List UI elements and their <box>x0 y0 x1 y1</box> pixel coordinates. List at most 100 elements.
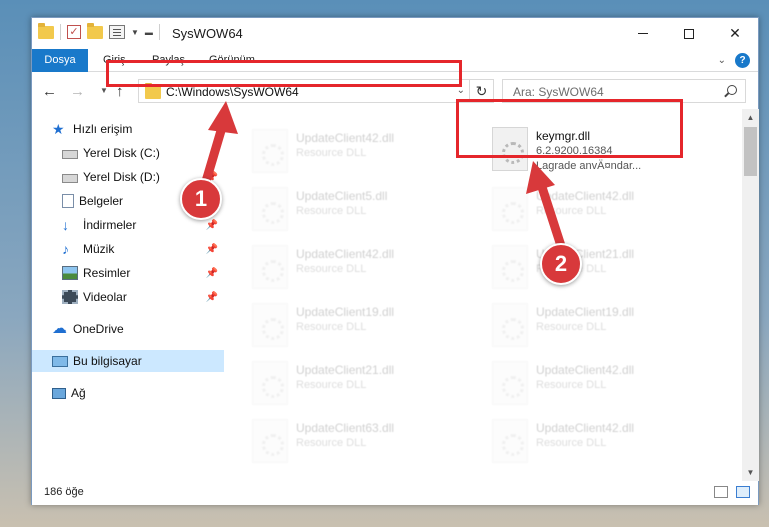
file-type: Resource DLL <box>296 321 367 333</box>
dll-file-icon <box>252 129 288 173</box>
file-tile[interactable]: UpdateClient42.dll Resource DLL <box>246 239 476 297</box>
properties-check-icon[interactable]: ✓ <box>67 25 81 39</box>
file-tile[interactable]: UpdateClient21.dll Resource DLL <box>486 239 716 297</box>
folder-icon <box>145 83 161 99</box>
file-type: Resource DLL <box>296 263 367 275</box>
file-tile[interactable]: UpdateClient63.dll Resource DLL <box>246 413 476 471</box>
dll-file-icon <box>492 187 528 231</box>
search-placeholder: Ara: SysWOW64 <box>513 85 604 99</box>
forward-arrow-icon[interactable]: → <box>70 83 85 100</box>
details-view-icon[interactable] <box>714 486 728 498</box>
pin-icon[interactable]: 📌 <box>206 220 218 231</box>
sidebar-item-onedrive[interactable]: ☁ OneDrive <box>32 318 224 340</box>
search-icon[interactable] <box>727 85 737 95</box>
toolbar-divider <box>158 24 160 40</box>
tab-paylas[interactable]: Paylaş <box>141 49 196 72</box>
sidebar-item-videolar[interactable]: Videolar 📌 <box>32 286 224 308</box>
tab-gorunum[interactable]: Görünüm <box>198 49 266 72</box>
file-tile[interactable]: UpdateClient42.dll Resource DLL <box>246 123 476 181</box>
file-name: UpdateClient42.dll <box>536 363 635 377</box>
pin-icon[interactable]: 📌 <box>206 292 218 303</box>
file-tile[interactable]: UpdateClient42.dll Resource DLL <box>486 355 716 413</box>
documents-icon <box>62 194 74 208</box>
sidebar-item-label: Ağ <box>71 386 86 400</box>
file-tile[interactable]: UpdateClient19.dll Resource DLL <box>246 297 476 355</box>
title-bar: ✓ ▼ ▬ SysWOW64 ✕ <box>32 18 758 49</box>
dll-file-icon <box>252 187 288 231</box>
refresh-icon[interactable]: ↻ <box>469 80 493 102</box>
file-name: UpdateClient63.dll <box>296 421 395 435</box>
sidebar-item-label: Hızlı erişim <box>73 122 133 136</box>
file-name: UpdateClient42.dll <box>296 131 395 145</box>
step-1-badge: 1 <box>180 178 222 220</box>
sidebar-item-label: Bu bilgisayar <box>73 354 142 368</box>
sidebar-item-local-disk-c[interactable]: Yerel Disk (C:) <box>32 142 224 164</box>
navigation-bar: ← → ▼ ↑ C:\Windows\SysWOW64 ⌄ ↻ Ara: Sys… <box>32 73 758 109</box>
close-button[interactable]: ✕ <box>712 18 758 49</box>
chevron-down-icon[interactable]: ▼ <box>131 28 139 37</box>
back-arrow-icon[interactable]: ← <box>42 83 57 100</box>
help-icon[interactable]: ? <box>735 53 750 68</box>
dll-file-icon <box>252 361 288 405</box>
vertical-scrollbar[interactable]: ▲ ▼ <box>742 109 759 481</box>
address-path[interactable]: C:\Windows\SysWOW64 <box>166 85 299 99</box>
file-type: Resource DLL <box>536 205 607 217</box>
dll-file-icon <box>252 245 288 289</box>
download-icon: ↓ <box>62 217 69 233</box>
file-name: UpdateClient42.dll <box>536 189 635 203</box>
properties-icon[interactable] <box>109 25 125 39</box>
expand-ribbon-icon[interactable]: ⌄ <box>718 55 726 66</box>
drive-icon <box>62 149 78 159</box>
file-tile[interactable]: UpdateClient19.dll Resource DLL <box>486 297 716 355</box>
tab-dosya[interactable]: Dosya <box>32 49 88 72</box>
file-tile[interactable]: UpdateClient42.dll Resource DLL <box>486 181 716 239</box>
tiles-view-icon[interactable] <box>736 486 750 498</box>
folder-icon <box>38 22 54 39</box>
scroll-down-icon[interactable]: ▼ <box>742 464 759 481</box>
file-type: Resource DLL <box>296 379 367 391</box>
sidebar-item-label: OneDrive <box>73 322 124 336</box>
address-dropdown-icon[interactable]: ⌄ <box>457 85 465 96</box>
scroll-thumb[interactable] <box>744 127 757 176</box>
search-input[interactable]: Ara: SysWOW64 <box>502 79 746 103</box>
sidebar-item-network[interactable]: Ağ <box>32 382 224 404</box>
file-tile[interactable]: UpdateClient21.dll Resource DLL <box>246 355 476 413</box>
tab-giris[interactable]: Giriş <box>92 49 137 72</box>
ribbon-tabs: Dosya Giriş Paylaş Görünüm ⌄ ? <box>32 49 758 72</box>
new-folder-icon[interactable] <box>87 22 103 39</box>
sidebar-item-muzik[interactable]: ♪ Müzik 📌 <box>32 238 224 260</box>
quick-access-toolbar: ✓ ▼ ▬ <box>38 22 160 40</box>
customize-toolbar-icon[interactable]: ▬ <box>145 28 153 37</box>
file-name: UpdateClient21.dll <box>296 363 395 377</box>
file-name: UpdateClient19.dll <box>296 305 395 319</box>
navigation-pane: ★ Hızlı erişim Yerel Disk (C:) Yerel Dis… <box>32 114 224 481</box>
file-tile[interactable]: UpdateClient42.dll Resource DLL <box>486 413 716 471</box>
close-icon: ✕ <box>729 25 741 41</box>
up-arrow-icon[interactable]: ↑ <box>116 83 124 100</box>
dll-file-icon <box>492 361 528 405</box>
file-type: Resource DLL <box>536 379 607 391</box>
file-name: UpdateClient5.dll <box>296 189 388 203</box>
network-icon <box>52 387 66 399</box>
toolbar-divider <box>60 24 61 40</box>
sidebar-item-label: Videolar <box>83 290 127 304</box>
sidebar-item-label: Yerel Disk (D:) <box>83 170 160 184</box>
file-tile[interactable]: UpdateClient5.dll Resource DLL <box>246 181 476 239</box>
dll-file-icon <box>492 419 528 463</box>
sidebar-item-this-pc[interactable]: Bu bilgisayar <box>32 350 224 372</box>
sidebar-item-label: Yerel Disk (C:) <box>83 146 160 160</box>
file-tile-keymgr[interactable]: keymgr.dll 6.2.9200.16384 Lagrade anvÄ¤n… <box>486 121 716 179</box>
recent-locations-chevron-icon[interactable]: ▼ <box>100 86 108 95</box>
maximize-button[interactable] <box>666 18 712 49</box>
pin-icon[interactable]: 📌 <box>206 244 218 255</box>
dll-file-icon <box>492 245 528 289</box>
file-type: Resource DLL <box>296 205 367 217</box>
sidebar-item-resimler[interactable]: Resimler 📌 <box>32 262 224 284</box>
sidebar-item-quick-access[interactable]: ★ Hızlı erişim <box>32 118 224 140</box>
star-icon: ★ <box>52 121 65 137</box>
scroll-up-icon[interactable]: ▲ <box>742 109 759 126</box>
minimize-button[interactable] <box>620 18 666 49</box>
pin-icon[interactable]: 📌 <box>206 268 218 279</box>
address-bar[interactable]: C:\Windows\SysWOW64 ⌄ ↻ <box>138 79 494 103</box>
file-type: Resource DLL <box>296 147 367 159</box>
